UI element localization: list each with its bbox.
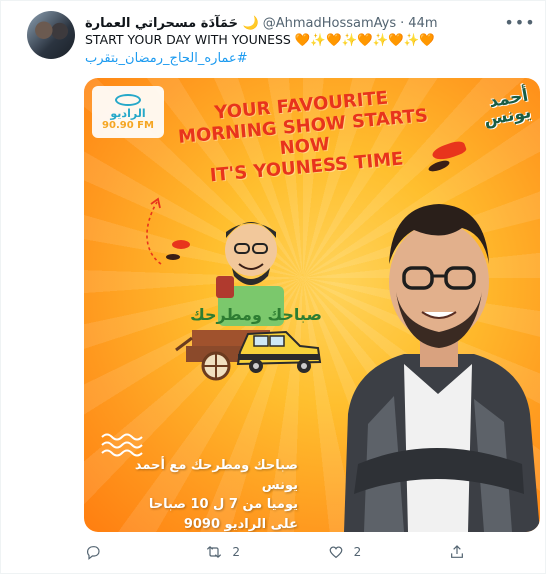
taxi-car-illustration — [236, 330, 322, 373]
host-photo — [344, 204, 540, 532]
heart-icon — [329, 546, 343, 559]
arabic-schedule-text: صباحك ومطرحك مع أحمد يونس يوميا من 7 ل 1… — [98, 456, 298, 532]
tweet-card[interactable]: حَمَآدَة مسحراتي العمارة 🌙 @AhmadHossamA… — [0, 0, 546, 574]
more-options-icon[interactable]: ••• — [504, 11, 534, 33]
radio-logo-frequency: 90.90 FM — [102, 119, 154, 131]
share-icon — [451, 545, 463, 558]
user-handle[interactable]: @AhmadHossamAys — [263, 16, 396, 31]
retweet-icon — [207, 546, 222, 558]
share-button[interactable] — [449, 544, 475, 560]
tweet-header: حَمَآدَة مسحراتي العمارة 🌙 @AhmadHossamA… — [85, 13, 505, 33]
arabic-line-3: على الراديو 9090 — [183, 516, 298, 532]
tweet-actions: 2 2 — [85, 542, 475, 562]
hashtag-link[interactable]: #عماره_الحاج_رمضان_بتقرب — [85, 51, 248, 66]
retweet-count: 2 — [232, 545, 240, 559]
wave-lines-icon — [101, 433, 143, 457]
arabic-line-2: يوميا من 7 ل 10 صباحا — [148, 497, 298, 512]
tweet-text: START YOUR DAY WITH YOUNESS 🧡✨🧡✨🧡✨🧡✨🧡 — [85, 32, 435, 47]
display-name[interactable]: حَمَآدَة مسحراتي العمارة 🌙 — [85, 16, 259, 31]
reply-icon — [87, 546, 100, 560]
radio-logo-name: الراديو — [110, 106, 146, 120]
timestamp[interactable]: 44m — [408, 16, 437, 31]
separator-dot: · — [400, 15, 405, 31]
like-button[interactable]: 2 — [328, 544, 364, 560]
show-host-logo-text: أحمد يونس — [482, 85, 533, 131]
tweet-media-image[interactable]: الراديو 90.90 FM أحمد يونس YOUR FAVOURIT… — [84, 78, 540, 532]
reply-button[interactable] — [85, 544, 121, 560]
like-count: 2 — [353, 545, 362, 559]
radio-logo-mark — [115, 93, 141, 106]
arabic-line-1: صباحك ومطرحك مع أحمد يونس — [134, 458, 298, 493]
retweet-button[interactable]: 2 — [206, 544, 242, 560]
avatar[interactable] — [27, 11, 75, 59]
